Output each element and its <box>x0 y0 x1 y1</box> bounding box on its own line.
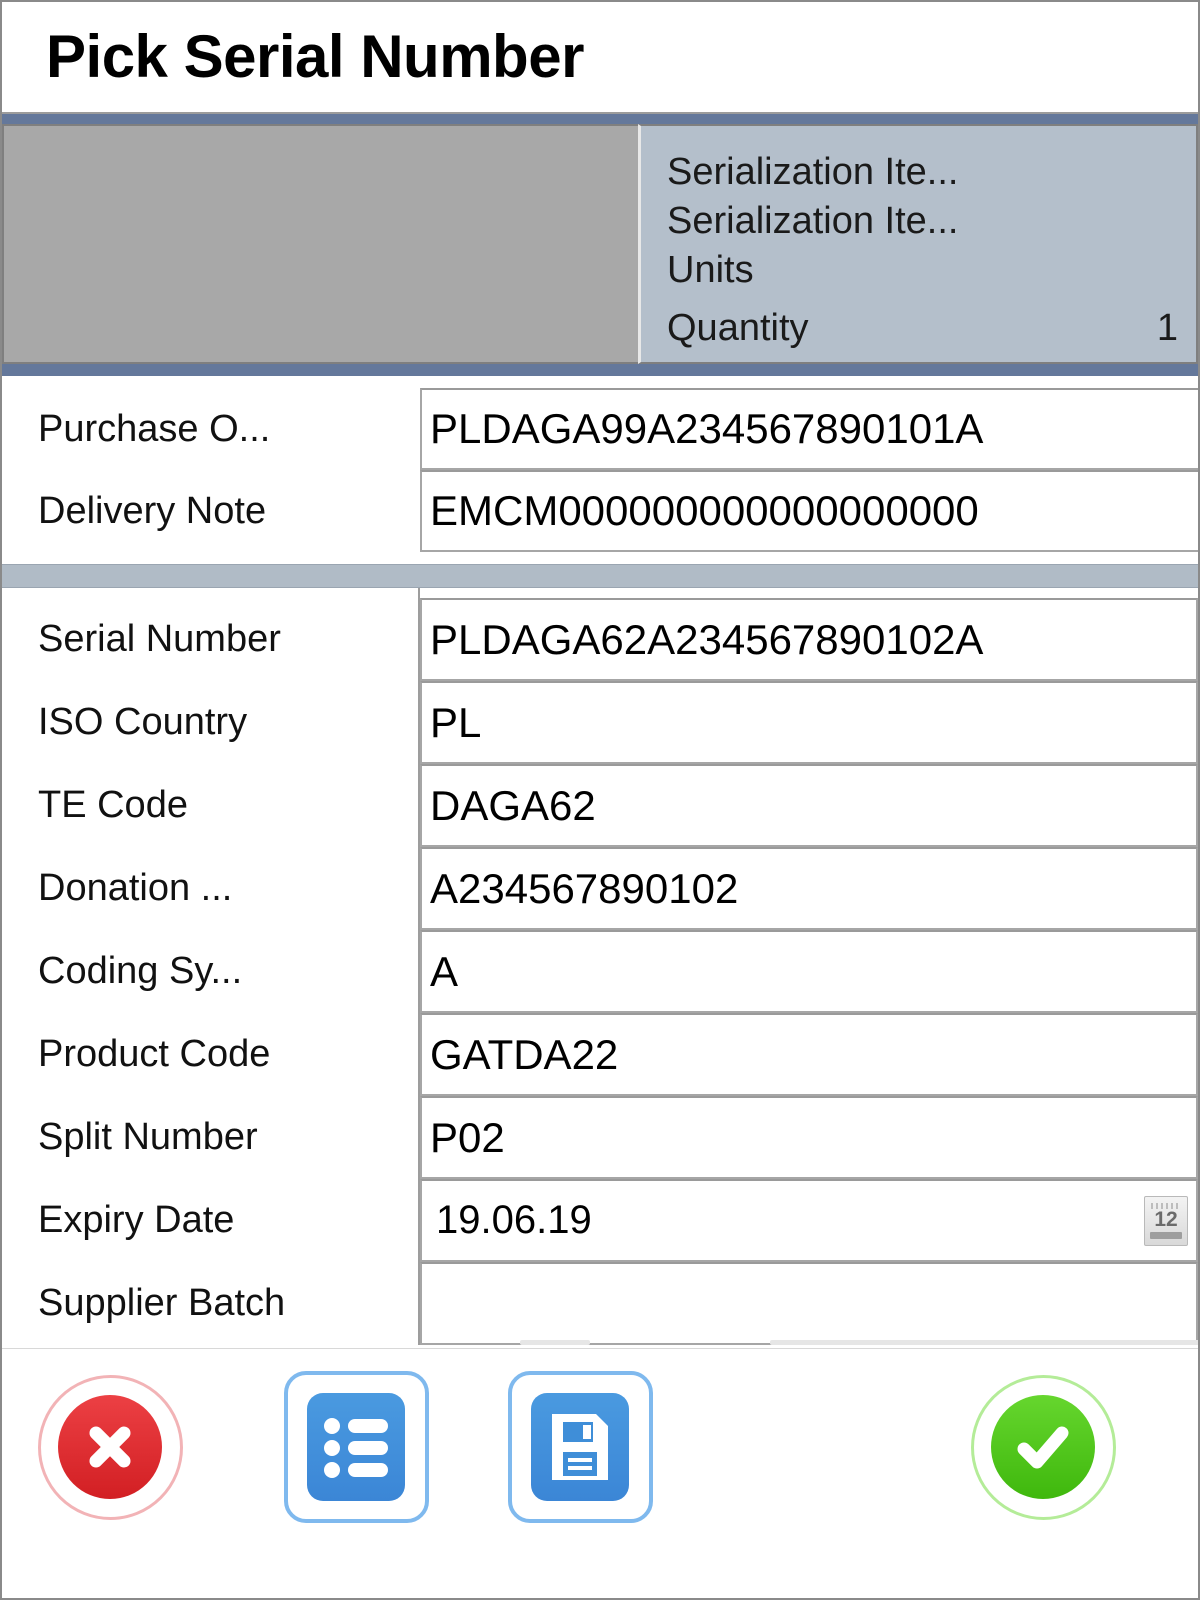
calendar-icon-base <box>1150 1231 1182 1239</box>
field-row-split-number: Split Number P02 <box>2 1096 1198 1179</box>
confirm-button[interactable] <box>967 1371 1119 1523</box>
summary-row-label: Quantity <box>667 307 809 349</box>
summary-left-panel <box>2 124 638 364</box>
field-row-iso-country: ISO Country PL <box>2 681 1198 764</box>
confirm-icon-ring <box>970 1374 1116 1520</box>
field-row-serial-number: Serial Number PLDAGA62A234567890102A <box>2 598 1198 681</box>
list-icon <box>307 1393 405 1501</box>
delivery-note-cell: EMCM000000000000000000 <box>420 470 1198 552</box>
expiry-date-cell: 19.06.19 12 <box>420 1179 1198 1262</box>
serial-fields-section: Serial Number PLDAGA62A234567890102A ISO… <box>2 588 1198 1345</box>
field-row-expiry-date: Expiry Date 19.06.19 12 <box>2 1179 1198 1262</box>
list-button[interactable] <box>280 1371 432 1523</box>
save-icon-glyph <box>552 1414 608 1480</box>
split-number-label: Split Number <box>38 1116 258 1158</box>
supplier-batch-cell <box>420 1262 1198 1345</box>
serial-number-label: Serial Number <box>38 618 281 660</box>
supplier-batch-input[interactable] <box>420 1262 1198 1345</box>
iso-country-input[interactable]: PL <box>420 681 1198 764</box>
purchase-order-label: Purchase O... <box>38 407 271 450</box>
product-code-label: Product Code <box>38 1033 271 1075</box>
scrollbar-thumb[interactable] <box>520 1340 590 1345</box>
serial-number-cell: PLDAGA62A234567890102A <box>420 598 1198 681</box>
te-code-label: TE Code <box>38 784 188 826</box>
summary-row-label: Serialization Ite... <box>667 200 959 242</box>
product-code-cell: GATDA22 <box>420 1013 1198 1096</box>
save-button-frame <box>507 1371 653 1523</box>
product-code-input[interactable]: GATDA22 <box>420 1013 1198 1096</box>
pick-serial-number-dialog: Pick Serial Number Serialization Ite... … <box>0 0 1200 1600</box>
summary-row-label: Serialization Ite... <box>667 151 959 193</box>
field-row-donation: Donation ... A234567890102 <box>2 847 1198 930</box>
scrollbar-track[interactable] <box>770 1340 1198 1345</box>
bottom-toolbar <box>2 1348 1198 1598</box>
calendar-icon-day: 12 <box>1154 1207 1178 1231</box>
save-floppy-icon <box>531 1393 629 1501</box>
field-row-supplier-batch: Supplier Batch <box>2 1262 1198 1345</box>
confirm-check-icon <box>970 1374 1116 1520</box>
te-code-input[interactable]: DAGA62 <box>420 764 1198 847</box>
expiry-date-label: Expiry Date <box>38 1199 235 1241</box>
split-number-input[interactable]: P02 <box>420 1096 1198 1179</box>
field-row-coding-system: Coding Sy... A <box>2 930 1198 1013</box>
summary-row-value: 1 <box>1156 307 1178 349</box>
te-code-cell: DAGA62 <box>420 764 1198 847</box>
list-button-frame <box>283 1371 429 1523</box>
delivery-note-input[interactable]: EMCM000000000000000000 <box>420 470 1198 552</box>
summary-row-quantity: Quantity 1 <box>667 304 1180 353</box>
list-icon-glyph <box>324 1418 388 1478</box>
field-row-purchase-order: Purchase O... PLDAGA99A234567890101A <box>2 388 1198 470</box>
coding-system-label: Coding Sy... <box>38 950 243 992</box>
calendar-icon[interactable]: 12 <box>1144 1195 1188 1246</box>
coding-system-cell: A <box>420 930 1198 1013</box>
coding-system-input[interactable]: A <box>420 930 1198 1013</box>
donation-input[interactable]: A234567890102 <box>420 847 1198 930</box>
title-bar: Pick Serial Number <box>2 2 1198 114</box>
summary-row-label: Units <box>667 249 754 291</box>
summary-strip: Serialization Ite... Serialization Ite..… <box>2 114 1198 376</box>
expiry-date-input[interactable]: 19.06.19 <box>420 1179 1198 1262</box>
horizontal-scrollbar[interactable] <box>420 1340 1198 1345</box>
supplier-batch-label: Supplier Batch <box>38 1282 286 1324</box>
save-button[interactable] <box>504 1371 656 1523</box>
field-row-delivery-note: Delivery Note EMCM000000000000000000 <box>2 470 1198 552</box>
purchase-order-cell: PLDAGA99A234567890101A <box>420 388 1198 470</box>
field-row-product-code: Product Code GATDA22 <box>2 1013 1198 1096</box>
iso-country-label: ISO Country <box>38 701 248 743</box>
summary-row: Serialization Ite... <box>667 197 1180 246</box>
cancel-button[interactable] <box>34 1371 186 1523</box>
summary-row: Units <box>667 246 1180 295</box>
purchase-order-input[interactable]: PLDAGA99A234567890101A <box>420 388 1198 470</box>
cancel-icon-ring <box>37 1374 183 1520</box>
section-divider <box>2 564 1198 588</box>
cancel-circle-icon <box>37 1374 183 1520</box>
summary-right-panel: Serialization Ite... Serialization Ite..… <box>638 124 1198 364</box>
document-fields-section: Purchase O... PLDAGA99A234567890101A Del… <box>2 376 1198 564</box>
donation-cell: A234567890102 <box>420 847 1198 930</box>
page-title: Pick Serial Number <box>46 23 584 90</box>
delivery-note-label: Delivery Note <box>38 489 267 532</box>
summary-row: Serialization Ite... <box>667 148 1180 197</box>
donation-label: Donation ... <box>38 867 233 909</box>
iso-country-cell: PL <box>420 681 1198 764</box>
field-row-te-code: TE Code DAGA62 <box>2 764 1198 847</box>
split-number-cell: P02 <box>420 1096 1198 1179</box>
serial-number-input[interactable]: PLDAGA62A234567890102A <box>420 598 1198 681</box>
